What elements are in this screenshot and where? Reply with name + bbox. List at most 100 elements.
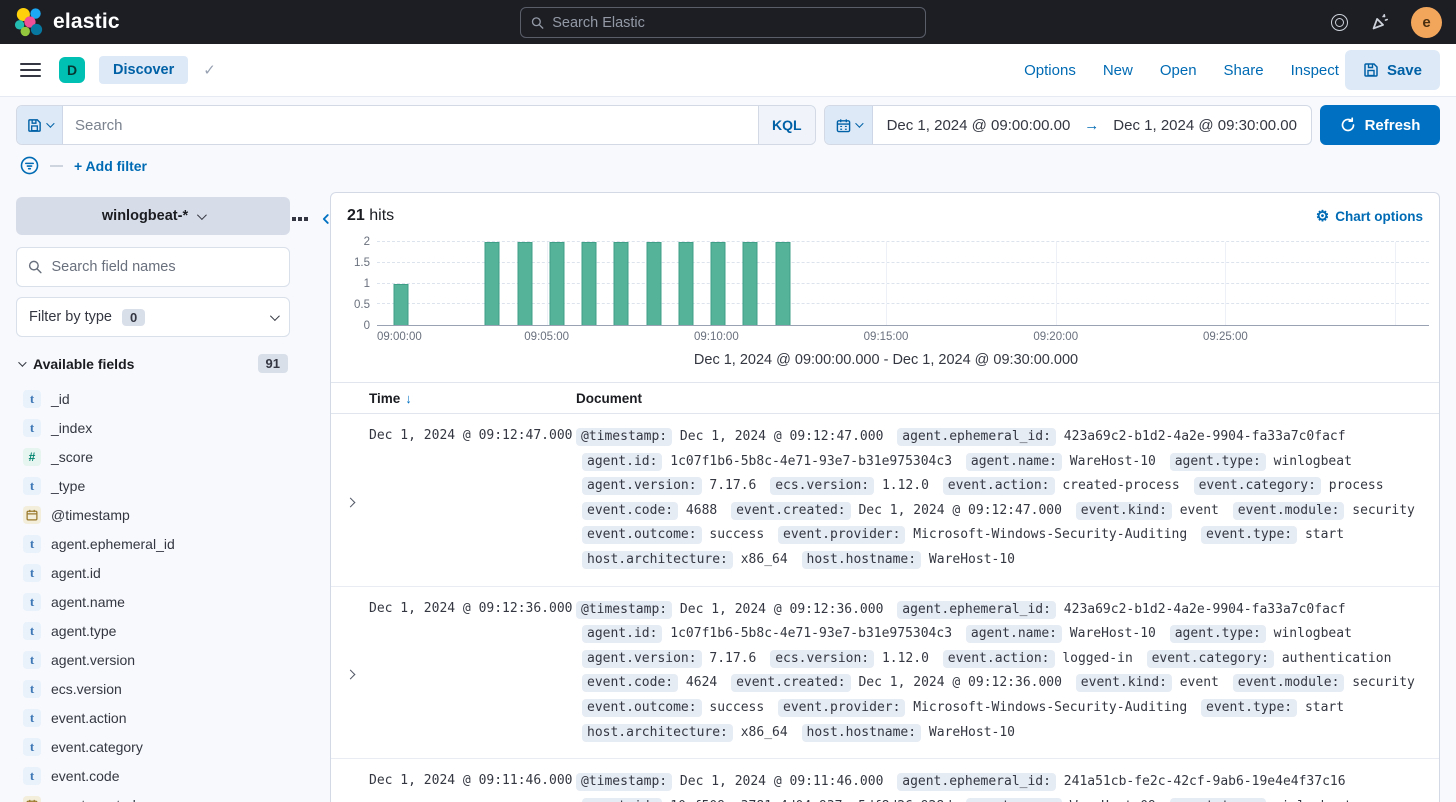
doc-field-pill: agent.ephemeral_id: bbox=[897, 773, 1056, 792]
doc-field-pill: event.category: bbox=[1193, 477, 1321, 496]
documents-table: Time ↓ Document Dec 1, 2024 @ 09:12:47.0… bbox=[331, 382, 1439, 802]
doc-field-pill: event.code: bbox=[582, 501, 679, 520]
doc-field-pill: event.kind: bbox=[1075, 674, 1172, 693]
field-search-input[interactable] bbox=[51, 259, 278, 275]
kql-language-button[interactable]: KQL bbox=[758, 106, 815, 144]
date-range-start[interactable]: Dec 1, 2024 @ 09:00:00.00 bbox=[873, 106, 1085, 144]
field-item[interactable]: t event.code bbox=[16, 761, 290, 790]
field-name: _id bbox=[51, 390, 70, 407]
field-item[interactable]: t event.action bbox=[16, 703, 290, 732]
doc-field-pill: event.outcome: bbox=[582, 526, 702, 545]
chevron-down-icon bbox=[269, 310, 280, 321]
user-avatar[interactable]: e bbox=[1411, 6, 1442, 38]
x-axis-tick-label: 09:05:00 bbox=[524, 331, 570, 343]
arrow-right-icon: → bbox=[1084, 116, 1100, 134]
field-item[interactable]: t agent.version bbox=[16, 645, 290, 674]
field-item[interactable]: t agent.ephemeral_id bbox=[16, 529, 290, 558]
chart-plot bbox=[377, 241, 1429, 326]
field-name: @timestamp bbox=[51, 506, 130, 523]
doc-field-pill: event.action: bbox=[942, 477, 1055, 496]
doc-field-pill: event.outcome: bbox=[582, 698, 702, 717]
histogram-bar bbox=[393, 283, 409, 325]
calendar-menu-button[interactable] bbox=[824, 106, 873, 144]
x-axis-tick-label: 09:20:00 bbox=[1033, 331, 1079, 343]
menu-item-share[interactable]: Share bbox=[1224, 62, 1264, 79]
search-group: KQL bbox=[16, 105, 816, 145]
field-item[interactable]: t ecs.version bbox=[16, 674, 290, 703]
global-search-input[interactable] bbox=[552, 14, 915, 31]
x-axis-tick-label: 09:15:00 bbox=[863, 331, 909, 343]
vertical-gridline bbox=[1055, 242, 1057, 325]
breadcrumb-discover[interactable]: Discover bbox=[99, 56, 189, 84]
save-disk-icon bbox=[1364, 63, 1378, 77]
row-document: @timestamp: Dec 1, 2024 @ 09:12:47.000 a… bbox=[576, 425, 1439, 573]
calendar-field-icon bbox=[26, 799, 38, 802]
field-item[interactable]: t _type bbox=[16, 471, 290, 500]
string-field-icon: t bbox=[23, 737, 41, 756]
expand-row-button[interactable] bbox=[331, 770, 369, 802]
expand-row-button[interactable] bbox=[331, 425, 369, 573]
string-field-icon: t bbox=[23, 476, 41, 495]
menu-hamburger-icon[interactable] bbox=[20, 62, 41, 78]
refresh-icon bbox=[1341, 117, 1354, 132]
expand-row-button[interactable] bbox=[331, 598, 369, 746]
refresh-button[interactable]: Refresh bbox=[1320, 105, 1440, 145]
discover-panel: 21 hits ⚙ Chart options 0 0.5 1 1.5 2 09:00:… bbox=[330, 192, 1440, 802]
filter-menu-icon[interactable] bbox=[20, 156, 39, 175]
chevron-down-icon bbox=[197, 209, 207, 220]
field-name: _index bbox=[51, 419, 93, 436]
field-name: event.code bbox=[51, 767, 120, 784]
filter-bar: + Add filter bbox=[0, 145, 1456, 187]
doc-field-pill: host.architecture: bbox=[582, 723, 733, 742]
index-pattern-select[interactable]: winlogbeat-* bbox=[16, 197, 290, 235]
row-document: @timestamp: Dec 1, 2024 @ 09:11:46.000 a… bbox=[576, 770, 1439, 802]
doc-field-pill: @timestamp: bbox=[576, 600, 673, 619]
field-item[interactable]: t event.category bbox=[16, 732, 290, 761]
saved-query-menu-button[interactable] bbox=[17, 106, 63, 144]
menu-item-inspect[interactable]: Inspect bbox=[1291, 62, 1339, 79]
add-filter-button[interactable]: + Add filter bbox=[74, 158, 147, 174]
menu-item-options[interactable]: Options bbox=[1024, 62, 1076, 79]
doc-field-pill: agent.name: bbox=[965, 625, 1062, 644]
menu-item-open[interactable]: Open bbox=[1160, 62, 1197, 79]
histogram-bar bbox=[678, 242, 694, 325]
more-options-icon[interactable] bbox=[290, 215, 310, 223]
kql-search-input[interactable] bbox=[63, 106, 759, 144]
field-item[interactable]: t agent.id bbox=[16, 558, 290, 587]
newsfeed-icon[interactable] bbox=[1370, 13, 1389, 32]
doc-field-pill: ecs.version: bbox=[770, 649, 875, 668]
filter-divider bbox=[50, 164, 63, 167]
vertical-gridline bbox=[886, 242, 888, 325]
save-button[interactable]: Save bbox=[1344, 50, 1440, 90]
filter-by-type-select[interactable]: Filter by type 0 bbox=[16, 297, 290, 337]
chart-options-button[interactable]: ⚙ Chart options bbox=[1316, 209, 1423, 224]
field-search-box[interactable] bbox=[16, 247, 290, 287]
field-name: event.action bbox=[51, 709, 127, 726]
time-column-header[interactable]: Time ↓ bbox=[369, 391, 576, 406]
doc-field-pill: event.module: bbox=[1232, 674, 1345, 693]
string-field-icon: t bbox=[23, 418, 41, 437]
field-item[interactable]: t agent.type bbox=[16, 616, 290, 645]
histogram-bar bbox=[549, 242, 565, 325]
histogram-bar bbox=[581, 242, 597, 325]
field-item[interactable]: t _id bbox=[16, 384, 290, 413]
row-timestamp: Dec 1, 2024 @ 09:12:36.000 bbox=[369, 600, 573, 616]
chevron-right-icon bbox=[345, 669, 355, 680]
field-name: agent.id bbox=[51, 564, 101, 581]
field-item[interactable]: t agent.name bbox=[16, 587, 290, 616]
help-icon[interactable] bbox=[1331, 13, 1348, 31]
doc-field-pill: agent.ephemeral_id: bbox=[897, 600, 1056, 619]
global-search-bar[interactable] bbox=[520, 7, 926, 38]
field-item[interactable]: event.created bbox=[16, 790, 290, 802]
field-item[interactable]: @timestamp bbox=[16, 500, 290, 529]
doc-field-pill: event.created: bbox=[731, 501, 851, 520]
menu-item-new[interactable]: New bbox=[1103, 62, 1133, 79]
available-fields-header[interactable]: Available fields 91 bbox=[16, 354, 290, 373]
date-range-end[interactable]: Dec 1, 2024 @ 09:30:00.00 bbox=[1099, 106, 1311, 144]
field-name: agent.version bbox=[51, 651, 136, 668]
chevron-right-icon bbox=[345, 497, 355, 508]
histogram-bar bbox=[646, 242, 662, 325]
field-item[interactable]: t _index bbox=[16, 413, 290, 442]
calendar-icon bbox=[836, 118, 850, 132]
field-item[interactable]: # _score bbox=[16, 442, 290, 471]
